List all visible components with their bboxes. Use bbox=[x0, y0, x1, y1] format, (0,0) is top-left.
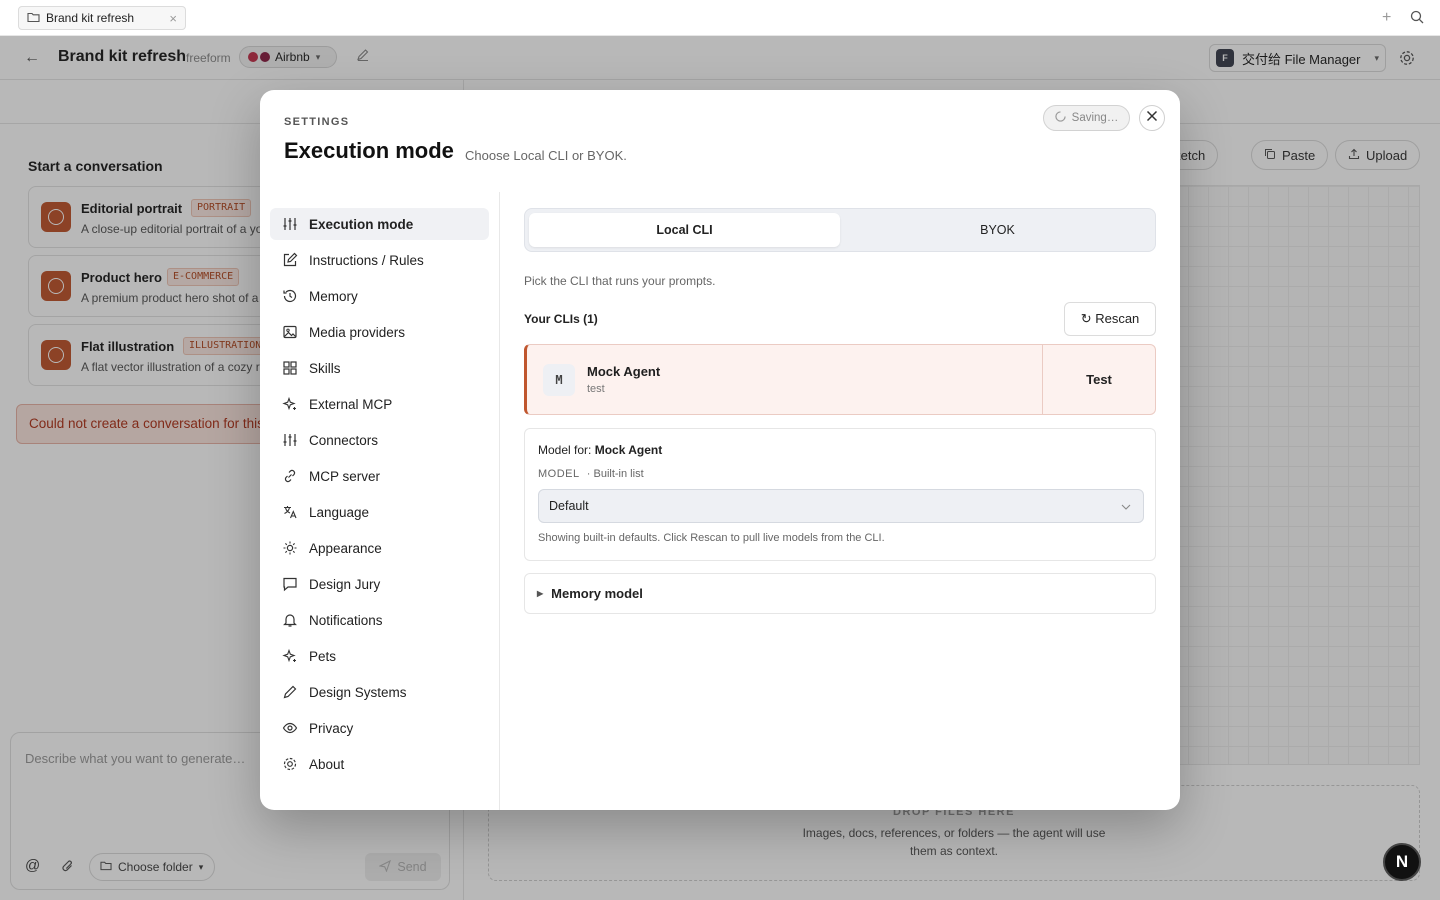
model-label: MODEL · Built-in list bbox=[538, 468, 644, 480]
nav-item-design-systems[interactable]: Design Systems bbox=[270, 676, 489, 708]
agent-name: Mock Agent bbox=[587, 364, 661, 379]
saving-status: Saving… bbox=[1043, 105, 1130, 131]
clis-title: Your CLIs (1) bbox=[524, 312, 598, 326]
eye-icon bbox=[281, 719, 299, 737]
model-title-prefix: Model for: bbox=[538, 443, 592, 457]
nav-label: Skills bbox=[309, 360, 341, 376]
gear-icon bbox=[281, 755, 299, 773]
nav-label: MCP server bbox=[309, 468, 381, 484]
clis-header: Your CLIs (1) ↻ Rescan bbox=[524, 302, 1156, 336]
bell-icon bbox=[281, 611, 299, 629]
mode-option-byok[interactable]: BYOK bbox=[842, 213, 1153, 247]
modal-divider bbox=[499, 192, 500, 810]
translate-icon bbox=[281, 503, 299, 521]
model-title-agent: Mock Agent bbox=[594, 443, 663, 457]
new-tab-button[interactable]: + bbox=[1382, 9, 1391, 27]
nav-label: Pets bbox=[309, 648, 337, 664]
spinner-icon bbox=[1055, 111, 1066, 125]
nav-label: Design Systems bbox=[309, 684, 407, 700]
nav-label: Appearance bbox=[309, 540, 382, 556]
tab-brand-kit-refresh[interactable]: Brand kit refresh × bbox=[18, 6, 186, 30]
nav-label: Connectors bbox=[309, 432, 379, 448]
link-icon bbox=[281, 467, 299, 485]
test-button[interactable]: Test bbox=[1042, 345, 1155, 414]
close-button[interactable] bbox=[1139, 105, 1165, 131]
sparkle-icon bbox=[281, 647, 299, 665]
nav-label: Memory bbox=[309, 288, 358, 304]
nav-item-execution-mode[interactable]: Execution mode bbox=[270, 208, 489, 240]
browser-tabstrip: Brand kit refresh × + bbox=[0, 0, 1440, 36]
settings-kicker: SETTINGS bbox=[284, 116, 350, 128]
sparkle-icon bbox=[281, 395, 299, 413]
rescan-button[interactable]: ↻ Rescan bbox=[1064, 302, 1156, 336]
pen-icon bbox=[281, 683, 299, 701]
agent-subtitle: test bbox=[587, 383, 605, 395]
nav-label: Design Jury bbox=[309, 576, 381, 592]
execution-mode-toggle: Local CLI BYOK bbox=[524, 208, 1156, 252]
model-card-title: Model for: Mock Agent bbox=[538, 443, 662, 457]
folder-icon bbox=[27, 11, 40, 26]
nav-label: Instructions / Rules bbox=[309, 252, 424, 268]
nav-item-about[interactable]: About bbox=[270, 748, 489, 780]
nav-item-external-mcp[interactable]: External MCP bbox=[270, 388, 489, 420]
nav-item-instructions-rules[interactable]: Instructions / Rules bbox=[270, 244, 489, 276]
grid-icon bbox=[281, 359, 299, 377]
settings-modal: SETTINGS Execution mode Choose Local CLI… bbox=[260, 90, 1180, 810]
memory-model-disclosure[interactable]: ▶ Memory model bbox=[524, 573, 1156, 614]
memory-model-label: Memory model bbox=[551, 586, 643, 601]
search-icon[interactable] bbox=[1410, 10, 1424, 29]
model-source: · Built-in list bbox=[586, 468, 644, 480]
model-card: Model for: Mock Agent MODEL · Built-in l… bbox=[524, 428, 1156, 561]
close-icon bbox=[1146, 109, 1158, 127]
nav-label: Media providers bbox=[309, 324, 406, 340]
nav-item-media-providers[interactable]: Media providers bbox=[270, 316, 489, 348]
model-select-value: Default bbox=[549, 499, 589, 513]
nav-label: Privacy bbox=[309, 720, 354, 736]
nav-item-skills[interactable]: Skills bbox=[270, 352, 489, 384]
floating-action-button[interactable]: N bbox=[1383, 843, 1421, 881]
nav-item-memory[interactable]: Memory bbox=[270, 280, 489, 312]
agent-badge: M bbox=[543, 364, 575, 396]
nav-item-design-jury[interactable]: Design Jury bbox=[270, 568, 489, 600]
chevron-down-icon bbox=[1121, 499, 1131, 513]
nav-label: Notifications bbox=[309, 612, 383, 628]
nav-item-appearance[interactable]: Appearance bbox=[270, 532, 489, 564]
settings-content: Local CLI BYOK Pick the CLI that runs yo… bbox=[524, 208, 1156, 614]
nav-label: Language bbox=[309, 504, 370, 520]
tab-label: Brand kit refresh bbox=[46, 11, 135, 25]
mode-option-local-cli[interactable]: Local CLI bbox=[529, 213, 840, 247]
image-icon bbox=[281, 323, 299, 341]
cli-agent-row[interactable]: M Mock Agent test Test bbox=[524, 344, 1156, 415]
nav-label: Execution mode bbox=[309, 216, 414, 232]
sun-icon bbox=[281, 539, 299, 557]
history-icon bbox=[281, 287, 299, 305]
nav-item-connectors[interactable]: Connectors bbox=[270, 424, 489, 456]
model-label-text: MODEL bbox=[538, 468, 580, 480]
nav-label: About bbox=[309, 756, 345, 772]
caret-right-icon: ▶ bbox=[537, 589, 544, 598]
model-note: Showing built-in defaults. Click Rescan … bbox=[538, 532, 885, 544]
nav-item-notifications[interactable]: Notifications bbox=[270, 604, 489, 636]
settings-nav: Execution mode Instructions / Rules Memo… bbox=[270, 208, 489, 784]
nav-item-privacy[interactable]: Privacy bbox=[270, 712, 489, 744]
tab-close-icon[interactable]: × bbox=[169, 11, 177, 26]
sliders-icon bbox=[281, 215, 299, 233]
saving-label: Saving… bbox=[1071, 112, 1119, 124]
chat-icon bbox=[281, 575, 299, 593]
settings-title: Execution mode bbox=[284, 138, 454, 163]
nav-label: External MCP bbox=[309, 396, 393, 412]
sliders-icon bbox=[281, 431, 299, 449]
nav-item-mcp-server[interactable]: MCP server bbox=[270, 460, 489, 492]
pencil-square-icon bbox=[281, 251, 299, 269]
model-select[interactable]: Default bbox=[538, 489, 1144, 523]
cli-hint: Pick the CLI that runs your prompts. bbox=[524, 274, 716, 288]
nav-item-language[interactable]: Language bbox=[270, 496, 489, 528]
settings-subtitle: Choose Local CLI or BYOK. bbox=[465, 148, 627, 163]
nav-item-pets[interactable]: Pets bbox=[270, 640, 489, 672]
